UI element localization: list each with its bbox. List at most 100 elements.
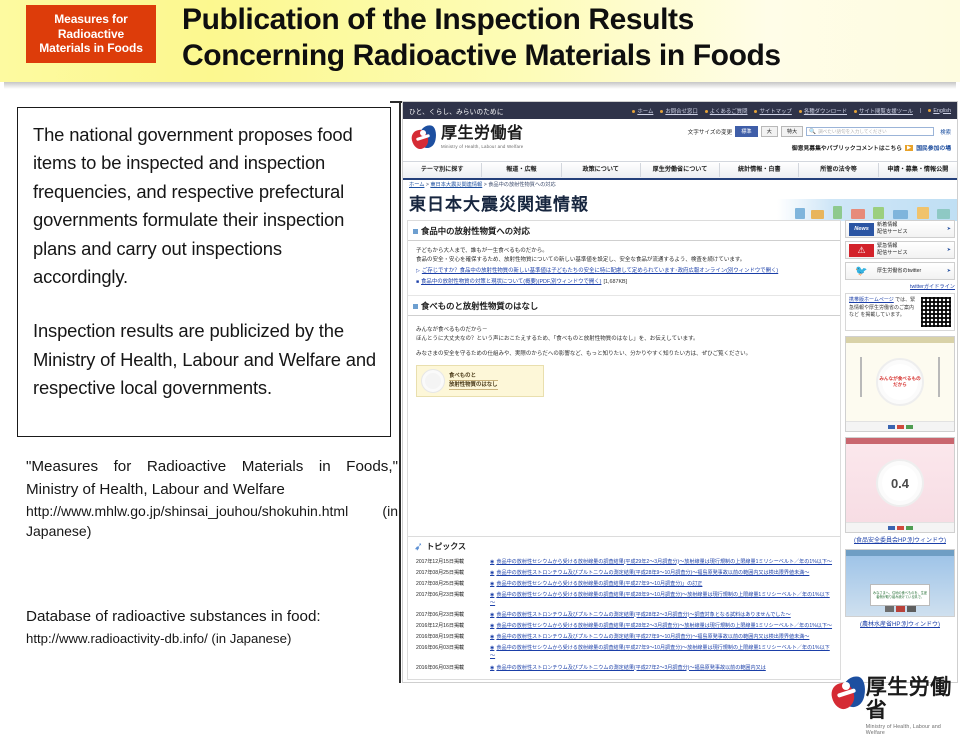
food-radioactivity-banner[interactable]: 食べものと 放射性物質のはなし: [416, 365, 544, 397]
topic-link[interactable]: ◉ 食品中の放射性セシウムから受ける放射線量の調査結果(平成27年9～10月調査分…: [490, 644, 834, 660]
knife-icon: [938, 357, 940, 397]
bullet-icon: [798, 109, 802, 113]
topic-link[interactable]: ◉ 食品中の放射性ストロンチウム及びプルトニウムの測定結果(平成28年2～3月調査…: [490, 611, 834, 619]
breadcrumb-level2[interactable]: 東日本大震災関連情報: [430, 182, 482, 188]
poster-banner-3[interactable]: みなさまへ、住地の食べものを、生産者側が取り組み続けている県で。: [845, 549, 955, 617]
mhlw-emblem-icon: [829, 673, 868, 712]
mobile-site-link[interactable]: 携帯版ホームページ: [849, 297, 894, 303]
section2-line-3: みなさまの安全を守るための仕組みや、実際のからだへの影響など、もっと知りたい、分…: [416, 351, 752, 357]
bullet-icon: ◉: [490, 633, 495, 640]
topic-link[interactable]: ◉ 食品中の放射性セシウムから受ける放射線量の調査結果(平成28年2～3月調査分)…: [490, 622, 834, 630]
topic-row[interactable]: 2017年06月23日掲載 ◉ 食品中の放射性セシウムから受ける放射線量の調査結果…: [408, 590, 840, 609]
site-name-jp: 厚生労働省: [441, 125, 524, 142]
topics-heading-text: トピックス: [426, 542, 466, 551]
topic-link[interactable]: ◉ 食品中の放射性セシウムから受ける放射線量の調査結果(平成28年9～10月調査分…: [490, 591, 834, 607]
topic-row[interactable]: 2016年06月03日掲載 ◉ 食品中の放射性セシウムから受ける放射線量の調査結果…: [408, 643, 840, 662]
poster1-header-left: [848, 338, 849, 342]
poster2-number: 0.4: [890, 475, 910, 491]
section1-link-2[interactable]: 食品中の放射性物質の対策と現状について(概要)(PDF,別ウィンドウで開く): [421, 278, 601, 287]
bullet-icon: ◉: [490, 569, 495, 576]
badge-line-3: Materials in Foods: [39, 41, 143, 56]
poster3-caption-link[interactable]: (農林水産省HP:別ウィンドウ): [845, 619, 955, 628]
banner-shadow: [4, 82, 956, 89]
font-size-xlarge-button[interactable]: 特大: [780, 126, 804, 137]
topic-link[interactable]: ◉ 食品中の放射性ストロンチウム及びプルトニウムの測定結果(平成27年2～3月調査…: [490, 664, 834, 672]
utility-link-faq[interactable]: よくあるご質問: [704, 107, 747, 115]
site-logo[interactable]: 厚生労働省 Ministry of Health, Labour and Wel…: [409, 123, 524, 151]
poster-banner-1[interactable]: みんなが食べるものだから: [845, 336, 955, 432]
font-size-large-button[interactable]: 大: [760, 126, 778, 137]
topic-date: 2016年08月19日掲載: [416, 633, 465, 640]
nav-item-press[interactable]: 報道・広報: [482, 163, 562, 177]
utility-link-accessibility[interactable]: サイト閲覧支援ツール: [853, 107, 913, 115]
topic-row[interactable]: 2016年06月03日掲載 ◉ 食品中の放射性ストロンチウム及びプルトニウムの測定…: [408, 662, 840, 673]
utility-links: ホーム お問合せ窓口 よくあるご質問 サイトマップ 各種ダウンロード サイト閲覧…: [632, 107, 951, 115]
utility-link-english[interactable]: English: [928, 108, 951, 114]
logo-chip-icon: [887, 525, 895, 530]
section1-link-1[interactable]: ご存じですか？食品中の放射性物質の新しい基準値は子どもたちの安全に特に配慮して定…: [422, 267, 778, 276]
poster2-caption-link[interactable]: (食品安全委員会HP:別ウィンドウ): [845, 535, 955, 544]
site-sidebar: News 新着情報 配信サービス ➤ ⚠ 緊急情報 配信サービス ➤ 🐦 厚生労…: [845, 220, 955, 682]
site-logo-text: 厚生労働省 Ministry of Health, Labour and Wel…: [441, 125, 524, 149]
chevron-right-icon: ➤: [946, 268, 951, 274]
topic-row[interactable]: 2016年12月16日掲載 ◉ 食品中の放射性セシウムから受ける放射線量の調査結果…: [408, 620, 840, 631]
nav-item-statistics[interactable]: 統計情報・白書: [720, 163, 800, 177]
site-page-title: 東日本大震災関連情報: [409, 195, 589, 214]
twitter-guideline-link[interactable]: twitterガイドライン: [845, 283, 955, 290]
topic-link[interactable]: ◉ 食品中の放射性セシウムから受ける放射線量の調査結果(平成29年2～3月調査分)…: [490, 558, 834, 566]
house-shape: [811, 210, 824, 219]
sidebar-emergency-service-button[interactable]: ⚠ 緊急情報 配信サービス ➤: [845, 241, 955, 259]
section1-link-row-1[interactable]: ▷ ご存じですか？食品中の放射性物質の新しい基準値は子どもたちの安全に特に配慮し…: [416, 267, 832, 276]
public-comment-chip-icon: ▶: [905, 144, 914, 151]
nav-item-laws[interactable]: 所管の法令等: [799, 163, 879, 177]
utility-link-downloads[interactable]: 各種ダウンロード: [798, 107, 847, 115]
topic-date: 2017年08月25日掲載: [416, 580, 465, 587]
utility-link-sitemap[interactable]: サイトマップ: [754, 107, 792, 115]
house-shape: [851, 209, 865, 219]
plate-icon: [421, 369, 445, 393]
font-size-standard-button[interactable]: 標準: [735, 126, 758, 137]
section1-heading-text: 食品中の放射性物質への対応: [421, 226, 530, 236]
breadcrumb-home[interactable]: ホーム: [409, 182, 424, 188]
topic-link[interactable]: ◉ 食品中の放射性ストロンチウム及びプルトニウムの測定結果(平成28年9～10月調…: [490, 569, 834, 577]
description-paragraph-1: The national government proposes food it…: [33, 124, 353, 288]
topic-link[interactable]: ◉ 食品中の放射性セシウムから受ける放射線量の調査結果(平成27年9～10月調査分…: [490, 580, 834, 588]
section1-heading: 食品中の放射性物質への対応: [408, 221, 840, 241]
banner-text: 食べものと 放射性物質のはなし: [449, 372, 498, 390]
utility-link-home[interactable]: ホーム: [632, 107, 653, 115]
house-shape: [937, 209, 950, 219]
poster-banner-2[interactable]: 0.4: [845, 437, 955, 533]
nav-item-policy[interactable]: 政策について: [562, 163, 641, 177]
twitter-label: 厚生労働省のtwitter: [877, 267, 922, 274]
font-size-controls: 文字サイズの変更 標準 大 特大 🔍 調べたい語句を入力してください 検索: [688, 126, 951, 137]
topic-link[interactable]: ◉ 食品中の放射性ストロンチウム及びプルトニウムの測定結果(平成27年9～10月調…: [490, 633, 834, 641]
nav-item-themes[interactable]: テーマ別に探す: [403, 163, 483, 177]
sidebar-twitter-button[interactable]: 🐦 厚生労働省のtwitter ➤: [845, 262, 955, 280]
topic-row[interactable]: 2017年06月23日掲載 ◉ 食品中の放射性ストロンチウム及びプルトニウムの測定…: [408, 609, 840, 620]
topic-row[interactable]: 2016年08月19日掲載 ◉ 食品中の放射性ストロンチウム及びプルトニウムの測定…: [408, 631, 840, 642]
nav-item-about[interactable]: 厚生労働省について: [641, 163, 721, 177]
topic-row[interactable]: 2017年12月15日掲載 ◉ 食品中の放射性セシウムから受ける放射線量の調査結果…: [408, 556, 840, 567]
topic-date: 2016年06月03日掲載: [416, 664, 465, 671]
bullet-icon: [928, 108, 932, 112]
topic-date: 2017年12月15日掲載: [416, 558, 465, 565]
utility-link-contact[interactable]: お問合せ窓口: [660, 107, 698, 115]
topic-date: 2016年06月03日掲載: [416, 645, 465, 652]
search-input[interactable]: 🔍 調べたい語句を入力してください: [806, 127, 935, 136]
public-comment-link[interactable]: 国民参加の場: [916, 143, 951, 152]
topic-row[interactable]: 2017年08月25日掲載 ◉ 食品中の放射性セシウムから受ける放射線量の調査結果…: [408, 578, 840, 589]
nav-item-applications[interactable]: 申請・募集・情報公開: [879, 163, 957, 177]
poster2-body: 0.4: [846, 444, 954, 522]
topic-row[interactable]: 2017年08月25日掲載 ◉ 食品中の放射性ストロンチウム及びプルトニウムの測定…: [408, 567, 840, 578]
sidebar-news-service-button[interactable]: News 新着情報 配信サービス ➤: [845, 220, 955, 238]
page-title: Publication of the Inspection Results Co…: [182, 2, 952, 74]
banner-line-1: 食べものと: [449, 372, 498, 381]
topic-date: 2016年12月16日掲載: [416, 622, 465, 629]
twitter-icon: 🐦: [855, 265, 868, 277]
search-button[interactable]: 検索: [940, 128, 951, 136]
news-chip-icon: News: [849, 222, 874, 236]
section1-link-row-2[interactable]: ■ 食品中の放射性物質の対策と現状について(概要)(PDF,別ウィンドウで開く)…: [416, 278, 832, 287]
section2-heading: 食べものと放射性物質のはなし: [408, 295, 840, 316]
citation-2-url: http://www.radioactivity-db.info/ (in Ja…: [26, 630, 292, 646]
